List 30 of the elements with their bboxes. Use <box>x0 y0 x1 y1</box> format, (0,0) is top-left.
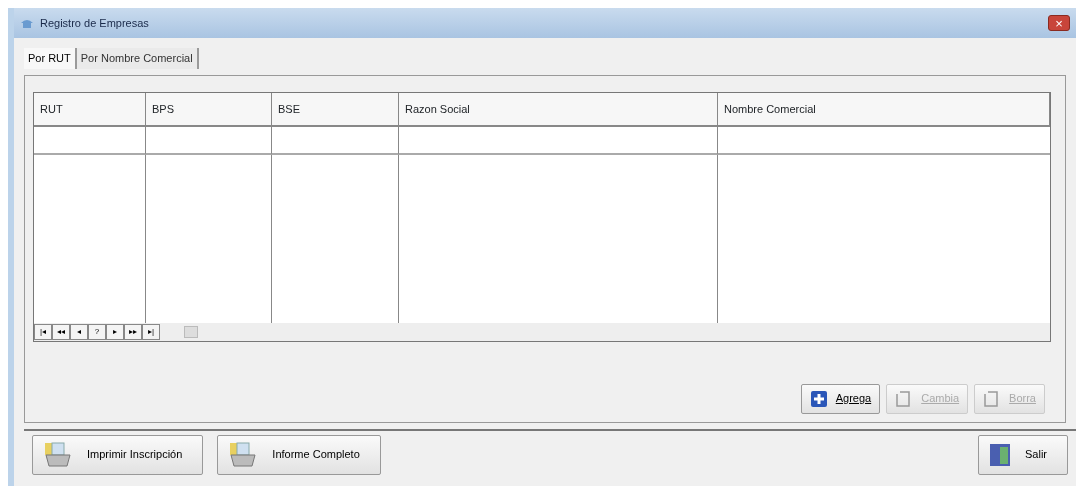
printer-icon <box>43 440 73 469</box>
table-cell[interactable] <box>146 126 272 155</box>
plus-icon <box>809 389 828 408</box>
column-header[interactable]: BSE <box>272 92 399 127</box>
table-cell[interactable] <box>272 126 399 155</box>
window-title: Registro de Empresas <box>40 15 149 31</box>
table-cell[interactable] <box>399 126 718 155</box>
pager-button[interactable]: ◂◂ <box>52 323 70 340</box>
pager-button[interactable]: ▸| <box>142 323 160 340</box>
table-cell[interactable] <box>34 126 146 155</box>
column-header[interactable]: Razon Social <box>399 92 718 127</box>
pager-button[interactable]: |◂ <box>34 323 52 340</box>
column-header[interactable]: BPS <box>146 92 272 127</box>
tab[interactable]: Por Nombre Comercial <box>76 48 199 69</box>
printer-icon <box>228 440 259 469</box>
pager-button[interactable]: ◂ <box>70 323 88 340</box>
record-button[interactable]: Agrega <box>800 383 881 414</box>
column-header[interactable]: Nombre Comercial <box>718 92 1050 127</box>
close-button[interactable]: × <box>1048 15 1070 31</box>
app-icon <box>20 17 34 29</box>
print-button[interactable]: Imprimir Inscripción <box>32 434 204 475</box>
tab[interactable]: Por RUT <box>24 48 77 69</box>
scroll-thumb[interactable] <box>184 325 198 338</box>
pager-button[interactable]: ▸▸ <box>124 323 142 340</box>
print-button[interactable]: Informe Completo <box>217 434 381 475</box>
exit-button[interactable]: Salir <box>978 434 1068 475</box>
pager-button[interactable]: ? <box>88 323 106 340</box>
door-icon <box>989 442 1011 467</box>
pager-button[interactable]: ▸ <box>106 323 124 340</box>
column-header[interactable]: RUT <box>34 92 146 127</box>
